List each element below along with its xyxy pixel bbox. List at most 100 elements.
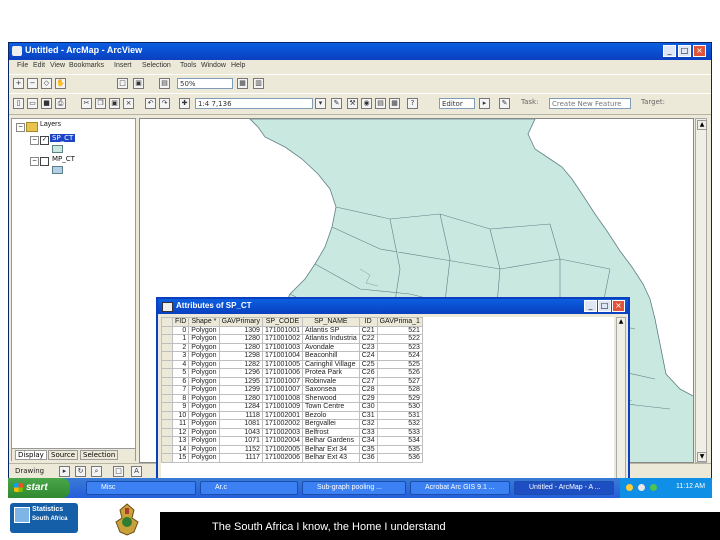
row-selector[interactable] (161, 453, 173, 463)
table-row[interactable]: 1 Polygon 1280 171001002 Atlantis Industria C… (161, 334, 423, 344)
table-row[interactable]: 4 Polygon 1282 171001005 Caringhil Village C2… (161, 359, 423, 369)
undo-icon[interactable]: ↶ (145, 98, 156, 109)
menu-help[interactable]: Help (231, 62, 245, 69)
layer-expand-icon[interactable]: − (30, 157, 39, 166)
row-selector[interactable] (161, 351, 173, 361)
open-icon[interactable]: ▭ (27, 98, 38, 109)
print-icon[interactable]: ⎙ (55, 98, 66, 109)
column-header[interactable]: GAVPrimary (218, 317, 263, 327)
tray-icon[interactable] (650, 484, 657, 491)
tray-icon[interactable] (626, 484, 633, 491)
rectangle-icon[interactable]: □ (113, 466, 124, 477)
column-header[interactable]: ID (358, 317, 378, 327)
table-row[interactable]: 11 Polygon 1081 171002002 Bergvallei C32 532 (161, 419, 423, 429)
delete-icon[interactable]: × (123, 98, 134, 109)
tray-icon[interactable] (638, 484, 645, 491)
table-row[interactable]: 3 Polygon 1298 171001004 Beaconhill C24 524 (161, 351, 423, 361)
zoom-percent-combo[interactable]: 50% (177, 78, 233, 89)
table-row[interactable]: 12 Polygon 1043 171002003 Belfrost C33 533 (161, 427, 423, 437)
column-header[interactable]: SP_CODE (261, 317, 304, 327)
table-row[interactable]: 14 Polygon 1152 171002005 Belhar Ext 34 C35 53… (161, 444, 423, 454)
command-line-icon[interactable]: ▤ (375, 98, 386, 109)
column-header[interactable]: GAVPrima_1 (376, 317, 423, 327)
minimize-button[interactable]: _ (663, 45, 676, 57)
close-button[interactable]: × (693, 45, 706, 57)
zoom-out-icon[interactable]: − (27, 78, 38, 89)
zoom-in-icon[interactable]: + (13, 78, 24, 89)
zoom-whole-icon[interactable]: ▣ (133, 78, 144, 89)
row-selector[interactable] (161, 376, 173, 386)
scale-dropdown-icon[interactable]: ▾ (315, 98, 326, 109)
layers-root-label[interactable]: Layers (40, 121, 61, 128)
editor-menu[interactable]: Editor (439, 98, 475, 109)
menu-file[interactable]: File (17, 62, 28, 69)
pan-icon[interactable]: ✋ (55, 78, 66, 89)
cut-icon[interactable]: ✂ (81, 98, 92, 109)
row-selector[interactable] (161, 359, 173, 369)
layout-view-icon[interactable]: ▦ (237, 78, 248, 89)
column-header[interactable]: SP_NAME (302, 317, 360, 327)
row-selector[interactable] (161, 410, 173, 420)
table-row[interactable]: 7 Polygon 1299 171001007 Saxonsea C28 528 (161, 385, 423, 395)
catalog-icon[interactable]: ◉ (361, 98, 372, 109)
table-row[interactable]: 15 Polygon 1117 171002006 Belhar Ext 43 C36 53… (161, 453, 423, 463)
column-header[interactable]: FID (171, 317, 190, 327)
table-row[interactable]: 10 Polygon 1118 171002001 Bezolo C31 531 (161, 410, 423, 420)
layer-symbol[interactable] (52, 145, 63, 153)
taskbar-item[interactable]: Sub-graph pooling ... (302, 481, 406, 495)
arctoolbox-icon[interactable]: ⚒ (347, 98, 358, 109)
whats-this-icon[interactable]: ? (407, 98, 418, 109)
layer-checkbox[interactable]: ✓ (40, 136, 49, 145)
model-builder-icon[interactable]: ▦ (389, 98, 400, 109)
taskbar-item[interactable]: Acrobat Arc GIS 9.1 ... (410, 481, 510, 495)
row-selector[interactable] (161, 444, 173, 454)
table-row[interactable]: 2 Polygon 1280 171001003 Avondale C23 523 (161, 342, 423, 352)
sketch-tool-icon[interactable]: ✎ (499, 98, 510, 109)
row-selector[interactable] (161, 419, 173, 429)
menu-selection[interactable]: Selection (142, 62, 171, 69)
select-elements-icon[interactable]: ▸ (59, 466, 70, 477)
zoom-elements-icon[interactable]: ⌕ (91, 466, 102, 477)
maximize-button[interactable]: □ (678, 45, 691, 57)
copy-icon[interactable]: ❐ (95, 98, 106, 109)
redo-icon[interactable]: ↷ (159, 98, 170, 109)
row-selector[interactable] (161, 393, 173, 403)
scroll-up-icon[interactable]: ▲ (697, 120, 707, 130)
new-icon[interactable]: ▯ (13, 98, 24, 109)
row-selector[interactable] (161, 402, 173, 412)
scroll-down-icon[interactable]: ▼ (697, 452, 707, 462)
row-selector[interactable] (161, 342, 173, 352)
toggle-draft-icon[interactable]: ▤ (159, 78, 170, 89)
scroll-up-icon[interactable]: ▲ (617, 318, 625, 326)
row-selector[interactable] (161, 436, 173, 446)
taskbar-item-active[interactable]: Untitled - ArcMap - A ... (514, 481, 614, 495)
row-selector[interactable] (161, 385, 173, 395)
add-data-icon[interactable]: ✚ (179, 98, 190, 109)
table-row[interactable]: 5 Polygon 1296 171001006 Protea Park C26 526 (161, 368, 423, 378)
title-bar[interactable]: Untitled - ArcMap - ArcView _ □ × (9, 43, 711, 60)
layer-checkbox[interactable] (40, 157, 49, 166)
menu-bookmarks[interactable]: Bookmarks (69, 62, 104, 69)
table-row[interactable]: 6 Polygon 1295 171001007 Robinvale C27 527 (161, 376, 423, 386)
row-selector[interactable] (161, 334, 173, 344)
rotate-icon[interactable]: ↻ (75, 466, 86, 477)
data-view-icon[interactable]: ▥ (253, 78, 264, 89)
table-row[interactable]: 13 Polygon 1071 171002004 Belhar Gardens C34 5… (161, 436, 423, 446)
row-selector[interactable] (161, 325, 173, 335)
taskbar-item[interactable]: Ar.c (200, 481, 298, 495)
row-selector[interactable] (161, 427, 173, 437)
paste-icon[interactable]: ▣ (109, 98, 120, 109)
layer-sp-ct[interactable]: SP_CT (50, 134, 76, 142)
attributes-title-bar[interactable]: Attributes of SP_CT _ □ × (158, 299, 628, 314)
drawing-menu[interactable]: Drawing (15, 467, 44, 475)
table-row[interactable]: 9 Polygon 1284 171001009 Town Centre C30 530 (161, 402, 423, 412)
save-icon[interactable]: ■ (41, 98, 52, 109)
layer-mp-ct[interactable]: MP_CT (52, 155, 75, 163)
zoom-page-icon[interactable]: □ (117, 78, 128, 89)
tab-source[interactable]: Source (48, 450, 79, 460)
attr-minimize-button[interactable]: _ (584, 300, 597, 312)
tab-display[interactable]: Display (15, 450, 47, 460)
fixed-zoom-icon[interactable]: ◇ (41, 78, 52, 89)
menu-window[interactable]: Window (201, 62, 226, 69)
menu-insert[interactable]: Insert (114, 62, 132, 69)
